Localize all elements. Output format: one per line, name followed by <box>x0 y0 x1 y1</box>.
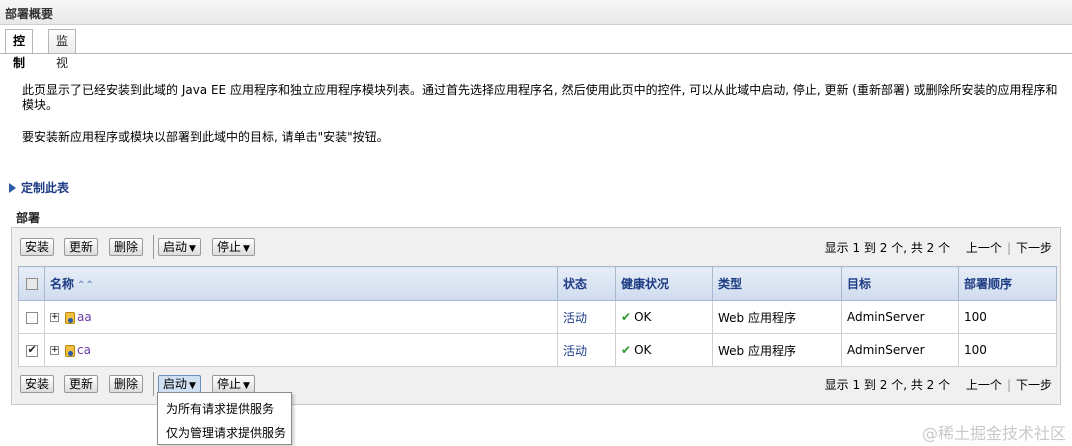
target-column-header[interactable]: 目标 <box>841 266 959 301</box>
select-all-checkbox[interactable] <box>25 278 38 290</box>
delete-button[interactable]: 删除 <box>109 238 144 256</box>
name-header-label: 名称 <box>50 277 75 291</box>
start-label: 启动 <box>163 377 188 391</box>
target-cell: AdminServer <box>841 333 959 367</box>
pager-summary: 显示 1 到 2 个, 共 2 个 <box>824 378 951 392</box>
chevron-down-icon: ▼ <box>243 381 250 391</box>
pager-bottom: 显示 1 到 2 个, 共 2 个 上一个 | 下一步 <box>825 376 1052 393</box>
install-button[interactable]: 安装 <box>20 375 55 393</box>
row-select-cell <box>18 333 45 367</box>
state-column-header[interactable]: 状态 <box>557 266 616 301</box>
start-button[interactable]: 启动 ▼ <box>158 375 201 393</box>
start-dropdown-menu: 为所有请求提供服务 仅为管理请求提供服务 <box>157 392 292 445</box>
expand-triangle-icon <box>9 183 16 193</box>
application-icon <box>65 344 75 357</box>
state-cell[interactable]: 活动 <box>557 333 616 367</box>
update-button[interactable]: 更新 <box>64 238 99 256</box>
name-column-header[interactable]: 名称 ⌃⌃ <box>44 266 558 301</box>
title-bar: 部署概要 <box>0 0 1072 25</box>
toolbar-separator <box>153 235 154 259</box>
deployments-section-title: 部署 <box>16 211 41 225</box>
pager-prev-link[interactable]: 上一个 <box>966 241 1002 255</box>
update-button[interactable]: 更新 <box>64 375 99 393</box>
menu-item-serve-all-requests[interactable]: 为所有请求提供服务 <box>166 400 274 417</box>
app-name-link[interactable]: ca <box>77 343 91 357</box>
target-cell: AdminServer <box>841 300 959 334</box>
stop-label: 停止 <box>217 240 242 254</box>
install-hint: 要安装新应用程序或模块以部署到此域中的目标, 请单击"安装"按钮。 <box>22 130 389 144</box>
page-title: 部署概要 <box>5 7 54 21</box>
start-label: 启动 <box>163 240 188 254</box>
pager-summary: 显示 1 到 2 个, 共 2 个 <box>824 241 951 255</box>
chevron-down-icon: ▼ <box>243 244 250 254</box>
select-all-cell <box>18 266 45 301</box>
customize-table-link[interactable]: 定制此表 <box>9 179 69 196</box>
row-checkbox[interactable] <box>25 343 38 357</box>
delete-button[interactable]: 删除 <box>109 375 144 393</box>
tab-control[interactable]: 控制 <box>5 29 34 70</box>
pager-next-link[interactable]: 下一步 <box>1016 378 1052 392</box>
pager-prev-link[interactable]: 上一个 <box>966 378 1002 392</box>
type-column-header[interactable]: 类型 <box>712 266 842 301</box>
expand-plus-icon[interactable]: + <box>50 313 59 322</box>
name-cell: + aa <box>44 300 558 334</box>
toolbar-separator <box>153 372 154 396</box>
row-select-cell <box>18 300 45 334</box>
page-frame: 部署概要 控制 监视 此页显示了已经安装到此域的 Java EE 应用程序和独立… <box>0 0 1072 430</box>
health-cell: ✔ OK <box>615 300 713 334</box>
type-cell: Web 应用程序 <box>712 300 842 334</box>
page-description: 此页显示了已经安装到此域的 Java EE 应用程序和独立应用程序模块列表。通过… <box>22 83 1058 112</box>
order-cell: 100 <box>958 333 1057 367</box>
expand-plus-icon[interactable]: + <box>50 346 59 355</box>
sort-ascending-icon[interactable]: ⌃⌃ <box>77 280 94 291</box>
type-cell: Web 应用程序 <box>712 333 842 367</box>
deployments-panel: 安装 更新 删除 启动 ▼ 停止 ▼ 显示 1 到 2 个, 共 2 个 上一个 | 下… <box>11 227 1061 405</box>
deployments-table: 名称 ⌃⌃ 状态 健康状况 类型 目标 部署顺序 + aa 活动 ✔ OK Web 应… <box>18 266 1057 367</box>
health-value: OK <box>634 343 652 357</box>
tab-divider <box>0 53 1072 54</box>
table-header-row: 名称 ⌃⌃ 状态 健康状况 类型 目标 部署顺序 <box>18 266 1057 301</box>
watermark: @稀土掘金技术社区 <box>921 424 1066 443</box>
menu-item-serve-admin-requests[interactable]: 仅为管理请求提供服务 <box>166 424 286 441</box>
customize-label: 定制此表 <box>21 181 70 195</box>
application-icon <box>65 311 75 324</box>
pager-divider: | <box>1006 378 1011 392</box>
health-cell: ✔ OK <box>615 333 713 367</box>
pager-divider: | <box>1006 241 1011 255</box>
name-cell: + ca <box>44 333 558 367</box>
check-icon: ✔ <box>621 343 632 357</box>
pager-top: 显示 1 到 2 个, 共 2 个 上一个 | 下一步 <box>825 239 1052 256</box>
chevron-down-icon: ▼ <box>189 244 196 254</box>
stop-button[interactable]: 停止 ▼ <box>212 375 255 393</box>
state-cell[interactable]: 活动 <box>557 300 616 334</box>
tab-monitor[interactable]: 监视 <box>48 29 77 70</box>
table-row: + ca 活动 ✔OK Web 应用程序 AdminServer 100 <box>18 333 1057 367</box>
app-name-link[interactable]: aa <box>77 310 92 324</box>
order-cell: 100 <box>958 300 1057 334</box>
chevron-down-icon: ▼ <box>189 381 196 391</box>
stop-button[interactable]: 停止 ▼ <box>212 238 255 256</box>
check-icon: ✔ <box>621 310 632 324</box>
start-button[interactable]: 启动 ▼ <box>158 238 201 256</box>
table-row: + aa 活动 ✔ OK Web 应用程序 AdminServer 100 <box>18 300 1057 334</box>
stop-label: 停止 <box>217 377 242 391</box>
pager-next-link[interactable]: 下一步 <box>1016 241 1052 255</box>
install-button[interactable]: 安装 <box>20 238 55 256</box>
health-value: OK <box>634 310 652 324</box>
health-column-header[interactable]: 健康状况 <box>615 266 713 301</box>
order-column-header[interactable]: 部署顺序 <box>958 266 1057 301</box>
top-toolbar: 安装 更新 删除 启动 ▼ 停止 ▼ 显示 1 到 2 个, 共 2 个 上一个 | 下… <box>20 235 1052 260</box>
row-checkbox[interactable] <box>25 311 38 324</box>
